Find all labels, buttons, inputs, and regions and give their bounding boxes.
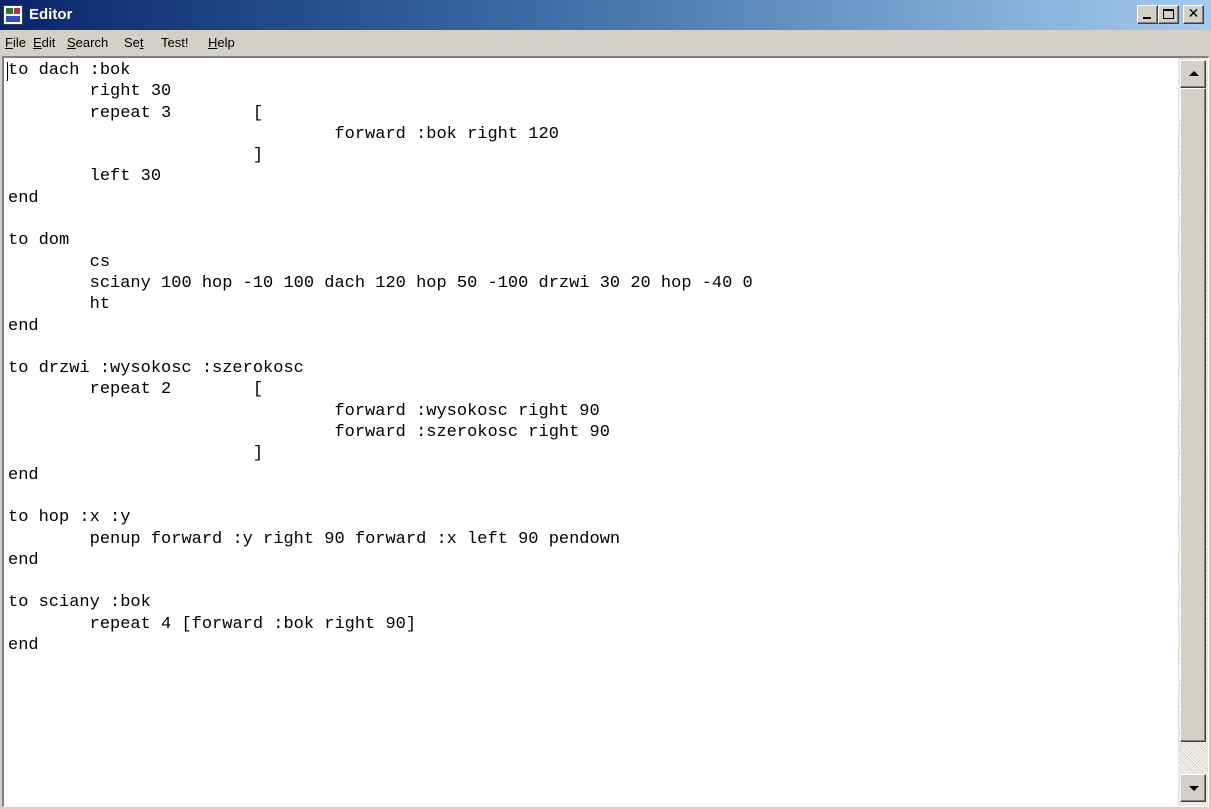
menu-help[interactable]: Help xyxy=(208,34,235,52)
code-editor[interactable]: to dach :bok right 30 repeat 3 [ forward… xyxy=(2,56,1209,807)
maximize-button[interactable] xyxy=(1158,5,1179,24)
minimize-icon xyxy=(1143,17,1151,19)
menu-bar: File Edit Search Set Test! Help xyxy=(0,31,1211,55)
scroll-down-button[interactable] xyxy=(1180,774,1206,802)
menu-file[interactable]: File xyxy=(5,34,26,52)
minimize-button[interactable] xyxy=(1137,5,1158,24)
scrollbar-thumb[interactable] xyxy=(1180,88,1206,742)
close-icon: ✕ xyxy=(1187,6,1200,22)
window-title: Editor xyxy=(29,6,73,23)
maximize-icon xyxy=(1163,9,1174,19)
title-bar[interactable]: Editor ✕ xyxy=(0,0,1211,30)
editor-window: Editor ✕ File Edit Search Set Test! Help… xyxy=(0,0,1211,809)
arrow-down-icon xyxy=(1189,786,1199,791)
editor-app-icon[interactable] xyxy=(3,5,23,25)
close-button[interactable]: ✕ xyxy=(1183,5,1204,24)
menu-search[interactable]: Search xyxy=(67,34,108,52)
menu-set[interactable]: Set xyxy=(124,34,144,52)
menu-edit[interactable]: Edit xyxy=(33,34,55,52)
arrow-up-icon xyxy=(1189,71,1199,76)
vertical-scrollbar[interactable] xyxy=(1178,58,1208,806)
menu-test[interactable]: Test! xyxy=(161,34,188,52)
scroll-up-button[interactable] xyxy=(1180,60,1206,88)
code-text[interactable]: to dach :bok right 30 repeat 3 [ forward… xyxy=(8,60,1178,800)
